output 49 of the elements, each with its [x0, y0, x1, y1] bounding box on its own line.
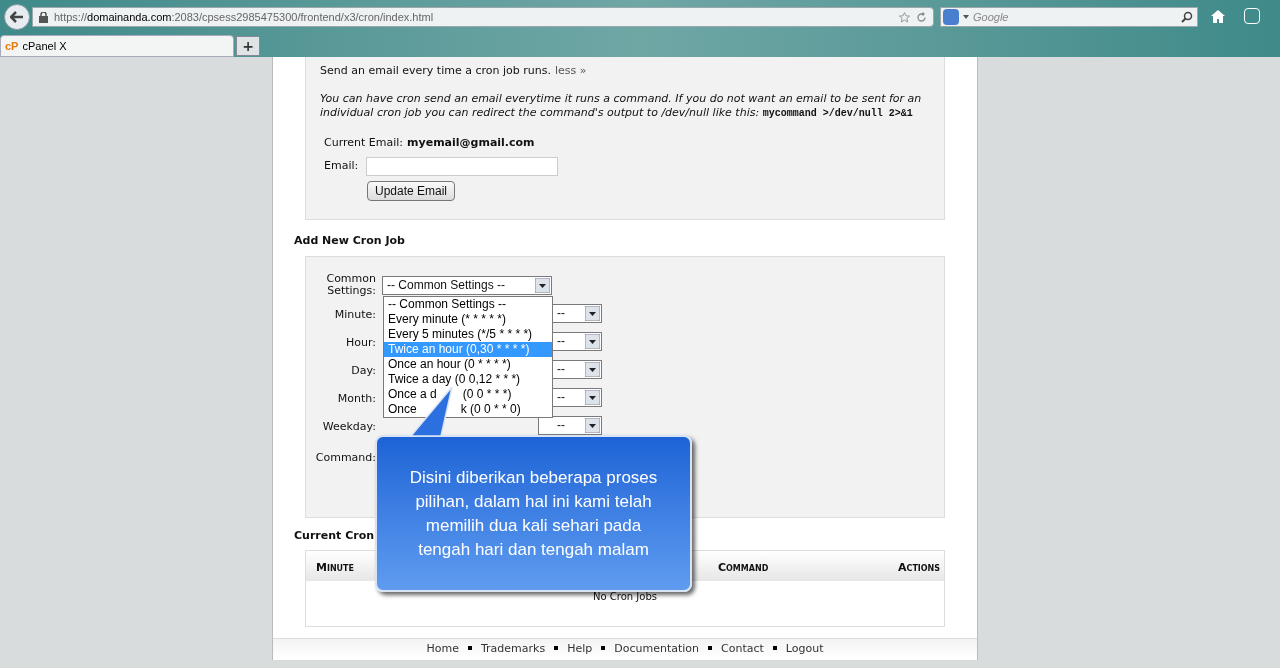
time-select[interactable]: -- — [538, 415, 602, 435]
field-label: Weekday: — [321, 418, 376, 435]
email-input[interactable] — [366, 157, 559, 176]
column-header: Command — [718, 560, 769, 576]
lock-icon — [39, 11, 48, 23]
dropdown-arrow-icon — [585, 305, 600, 321]
field-label: Month: — [336, 390, 376, 407]
back-arrow-icon — [10, 11, 24, 23]
footer-link[interactable]: Logout — [785, 641, 824, 658]
footer-link[interactable]: Documentation — [614, 641, 700, 658]
dropdown-arrow-icon — [585, 333, 600, 349]
url-text: https://domainanda.com:2083/cpsess2985475300/frontend/x3/cron/index.html — [54, 9, 434, 25]
current-email-label: Current Email: — [324, 134, 404, 151]
new-tab-button[interactable]: + — [236, 36, 260, 56]
common-settings-select[interactable]: -- Common Settings -- — [382, 275, 552, 295]
callout-tooltip: Disini diberikan beberapa proses pilihan, dalam hal ini kami telah memilih dua kali sehari pada tengah hari dan tengah malam — [375, 435, 692, 592]
search-icon — [1181, 11, 1193, 23]
intro-text: Send an email every time a cron job runs. — [320, 63, 551, 79]
search-placeholder: Google — [973, 9, 1009, 25]
current-email-value: myemail@gmail.com — [407, 134, 535, 151]
email-note: You can have cron send an email everytime it runs a command. If you do not want an email to be sent for an individual cron job you can redirect the command's output to /dev/null like this: mycommand >/dev/null 2>&1 — [320, 91, 923, 121]
column-header: Actions — [898, 560, 941, 576]
less-link[interactable]: less » — [554, 63, 587, 80]
field-label: Minute: — [333, 306, 376, 323]
reload-icon[interactable] — [916, 11, 927, 23]
footer-link[interactable]: Help — [567, 641, 593, 658]
email-label: Email: — [324, 158, 359, 175]
empty-message: No Cron Jobs — [592, 590, 658, 604]
dropdown-arrow-icon — [585, 361, 600, 377]
section-title: Add New Cron Job — [294, 233, 406, 249]
footer-link[interactable]: Trademarks — [480, 641, 546, 658]
caret-icon — [963, 15, 969, 19]
address-bar[interactable]: https://domainanda.com:2083/cpsess2985475300/frontend/x3/cron/index.html — [32, 7, 934, 27]
star-icon[interactable] — [899, 11, 910, 23]
field-label: Day: — [350, 362, 376, 379]
update-email-button[interactable]: Update Email — [367, 181, 456, 201]
command-label: Command: — [314, 449, 376, 466]
dropdown-arrow-icon — [585, 389, 600, 405]
field-label: Hour: — [345, 334, 376, 351]
back-button[interactable] — [4, 4, 30, 30]
column-header: Minute — [316, 560, 355, 576]
footer-link[interactable]: Contact — [721, 641, 764, 658]
dropdown-arrow-icon — [585, 417, 600, 433]
footer-link[interactable]: Home — [426, 641, 459, 658]
section-title: Current Cron — [294, 527, 375, 544]
browser-tab[interactable]: cP cPanel X — [0, 35, 234, 57]
dropdown-arrow-icon — [535, 277, 550, 293]
home-icon[interactable] — [1210, 9, 1226, 24]
common-settings-label: Common Settings: — [325, 272, 376, 297]
